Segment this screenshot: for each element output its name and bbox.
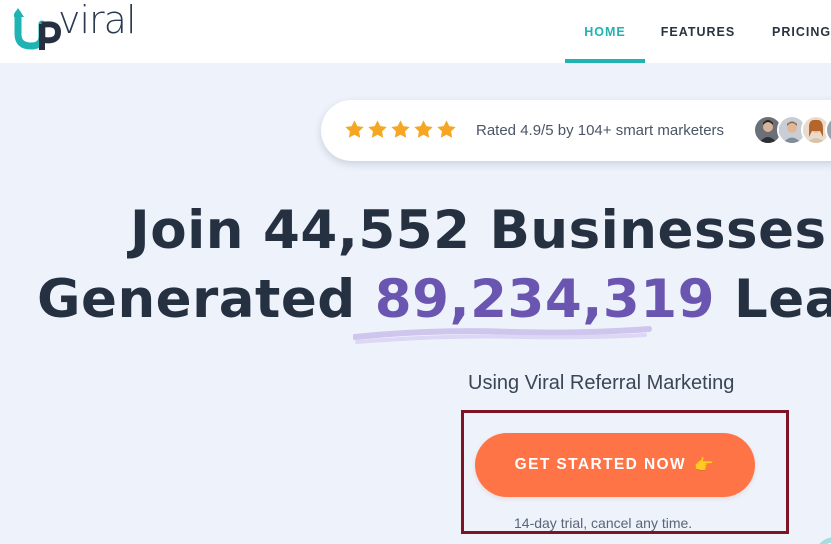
logo-wordmark: viral (58, 0, 137, 42)
rating-text: Rated 4.9/5 by 104+ smart marketers (476, 122, 725, 139)
star-icon (414, 120, 433, 138)
site-header: viral HOME FEATURES PRICING (0, 0, 831, 63)
star-icon (391, 120, 410, 138)
main-nav: HOME FEATURES PRICING (565, 0, 831, 63)
star-icon (368, 120, 387, 138)
trial-note: 14-day trial, cancel any time. (514, 515, 693, 531)
rating-badge: Rated 4.9/5 by 104+ smart marketers (321, 100, 831, 161)
hero-subheadline: Using Viral Referral Marketing (468, 372, 735, 394)
cta-label: GET STARTED NOW (514, 456, 687, 473)
logo-up-mark-icon (14, 8, 62, 50)
nav-pricing[interactable]: PRICING (751, 0, 831, 63)
pointing-hand-icon: 👉 (694, 457, 716, 474)
star-rating (344, 119, 457, 140)
leads-count: 89,234,319 (374, 269, 715, 330)
nav-features[interactable]: FEATURES (645, 0, 751, 63)
headline-prefix: Generated (37, 269, 375, 330)
nav-home[interactable]: HOME (565, 0, 645, 63)
headline-line-1: Join 44,552 Businesses W (130, 200, 831, 261)
customer-avatars (753, 115, 831, 145)
get-started-button[interactable]: GET STARTED NOW 👉 (475, 433, 755, 497)
upviral-logo[interactable]: viral (14, 0, 137, 50)
headline-suffix: Leads (733, 269, 831, 330)
decorative-shape-icon (819, 537, 831, 544)
brush-underline-icon (353, 326, 652, 344)
star-icon (437, 120, 456, 138)
star-icon (345, 120, 364, 138)
page: viral HOME FEATURES PRICING Rated 4.9/5 … (0, 0, 831, 544)
